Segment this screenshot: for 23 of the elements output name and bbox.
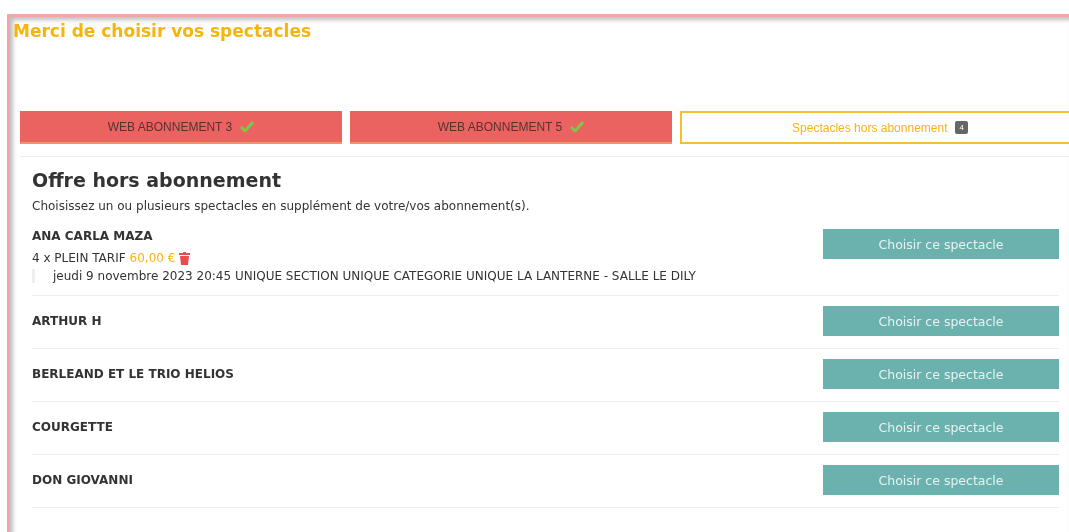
show-name: ARTHUR H xyxy=(32,314,102,328)
trash-icon[interactable] xyxy=(179,251,191,265)
ticket-quantity: 4 x PLEIN TARIF xyxy=(32,251,126,265)
performance-details: jeudi 9 novembre 2023 20:45 UNIQUE SECTION UNIQUE CATEGORIE UNIQUE LA LANTERNE - SALLE LE DILY xyxy=(32,269,696,283)
section-description: Choisissez un ou plusieurs spectacles en supplément de votre/vos abonnement(s). xyxy=(32,199,531,213)
choose-show-button[interactable]: Choisir ce spectacle xyxy=(823,229,1059,259)
section-title: Offre hors abonnement xyxy=(32,169,282,191)
check-icon xyxy=(240,121,255,132)
show-name: BERLEAND ET LE TRIO HELIOS xyxy=(32,367,234,381)
choose-show-button[interactable]: Choisir ce spectacle xyxy=(823,465,1059,495)
ticket-price: 60,00 € xyxy=(129,251,176,265)
page-title: Merci de choisir vos spectacles xyxy=(13,21,312,41)
choose-show-button[interactable]: Choisir ce spectacle xyxy=(823,412,1059,442)
show-name: DON GIOVANNI xyxy=(32,473,133,487)
choose-show-button[interactable]: Choisir ce spectacle xyxy=(823,306,1059,336)
choose-show-button[interactable]: Choisir ce spectacle xyxy=(823,359,1059,389)
show-name: ANA CARLA MAZA xyxy=(32,229,154,243)
step-tab[interactable]: Spectacles hors abonnement 4 xyxy=(680,111,1069,144)
step-tab[interactable]: WEB ABONNEMENT 3 xyxy=(20,111,342,144)
show-name: COURGETTE xyxy=(32,420,113,434)
step-tab[interactable]: WEB ABONNEMENT 5 xyxy=(350,111,672,144)
check-icon xyxy=(570,121,585,132)
count-badge: 4 xyxy=(955,121,968,134)
